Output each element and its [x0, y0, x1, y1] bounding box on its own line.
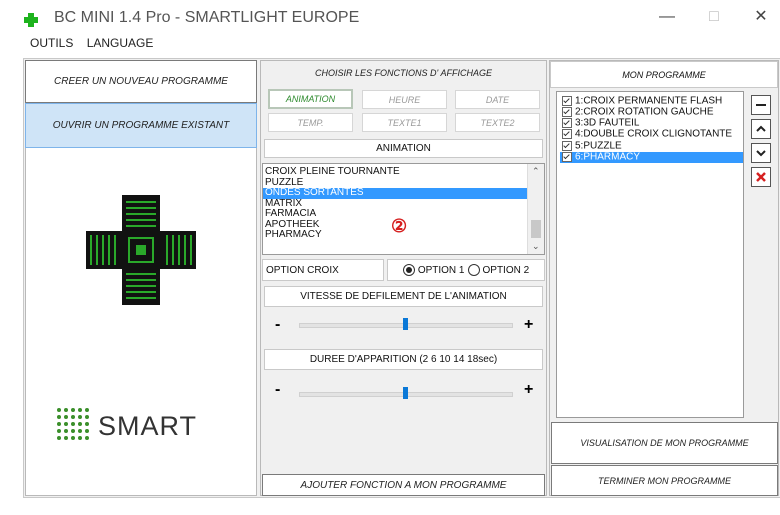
- function-date-button[interactable]: DATE: [455, 90, 540, 109]
- option2-radio[interactable]: [467, 264, 480, 276]
- scroll-down-icon[interactable]: ⌄: [532, 241, 540, 252]
- checkbox-checked-icon[interactable]: [562, 129, 572, 140]
- program-item[interactable]: 5:PUZZLE: [560, 140, 743, 152]
- scroll-up-icon[interactable]: ⌃: [532, 166, 540, 177]
- menu-language[interactable]: LANGUAGE: [87, 36, 154, 50]
- checkbox-checked-icon[interactable]: [562, 96, 572, 106]
- finish-program-button[interactable]: TERMINER MON PROGRAMME: [551, 465, 778, 496]
- speed-slider[interactable]: [299, 318, 513, 330]
- add-function-button[interactable]: AJOUTER FONCTION A MON PROGRAMME: [262, 474, 545, 496]
- move-up-button[interactable]: [751, 119, 771, 139]
- minimize-button[interactable]: —: [650, 4, 684, 30]
- cross-preview: [86, 195, 196, 305]
- minus-icon: [756, 104, 766, 106]
- window-title: BC MINI 1.4 Pro - SMARTLIGHT EUROPE: [54, 9, 360, 26]
- program-item[interactable]: 2:CROIX ROTATION GAUCHE: [560, 107, 743, 118]
- animation-section-title: ANIMATION: [264, 139, 543, 158]
- program-list[interactable]: 1:CROIX PERMANENTE FLASH 2:CROIX ROTATIO…: [556, 91, 744, 418]
- duration-slider[interactable]: [299, 387, 513, 399]
- speed-slider-thumb[interactable]: [403, 318, 408, 330]
- speed-minus-icon[interactable]: -: [275, 316, 280, 334]
- app-icon: [24, 13, 38, 27]
- list-item-selected[interactable]: ONDES SORTANTES: [263, 187, 529, 199]
- move-down-button[interactable]: [751, 143, 771, 163]
- chevron-down-icon: [756, 150, 766, 157]
- duration-slider-thumb[interactable]: [403, 387, 408, 399]
- function-texte1-button[interactable]: TEXTE1: [362, 113, 447, 132]
- option1-radio[interactable]: [402, 264, 415, 276]
- list-item[interactable]: CROIX PLEINE TOURNANTE: [263, 166, 529, 178]
- menu-bar: OUTILS LANGUAGE: [30, 36, 163, 50]
- list-scrollbar[interactable]: ⌃ ⌄: [527, 164, 544, 254]
- speed-label: VITESSE DE DEFILEMENT DE L'ANIMATION: [264, 286, 543, 307]
- checkbox-checked-icon[interactable]: [562, 140, 572, 151]
- my-program-header: MON PROGRAMME: [550, 61, 778, 88]
- option-croix-label: OPTION CROIX: [262, 259, 384, 281]
- program-item[interactable]: 4:DOUBLE CROIX CLIGNOTANTE: [560, 129, 743, 140]
- delete-button[interactable]: [751, 167, 771, 187]
- program-item[interactable]: 3:3D FAUTEIL: [560, 118, 743, 129]
- function-temp-button[interactable]: TEMP.: [268, 113, 353, 132]
- logo-text: SMART: [98, 411, 198, 441]
- duration-minus-icon[interactable]: -: [275, 381, 280, 399]
- function-heure-button[interactable]: HEURE: [362, 90, 447, 109]
- option2-label: OPTION 2: [482, 264, 530, 276]
- function-texte2-button[interactable]: TEXTE2: [455, 113, 540, 132]
- maximize-button[interactable]: □: [697, 4, 731, 30]
- program-item[interactable]: 1:CROIX PERMANENTE FLASH: [560, 96, 743, 107]
- option1-label: OPTION 1: [417, 264, 465, 276]
- functions-header: CHOISIR LES FONCTIONS D' AFFICHAGE: [315, 68, 492, 78]
- duration-label: DUREE D'APPARITION (2 6 10 14 18sec): [264, 349, 543, 370]
- open-program-button[interactable]: OUVRIR UN PROGRAMME EXISTANT: [25, 103, 257, 148]
- menu-outils[interactable]: OUTILS: [30, 36, 73, 50]
- logo-dots-icon: [57, 408, 89, 440]
- close-button[interactable]: ✕: [744, 4, 778, 30]
- animation-list[interactable]: CROIX PLEINE TOURNANTE PUZZLE ONDES SORT…: [262, 163, 545, 255]
- chevron-up-icon: [756, 125, 766, 132]
- duration-plus-icon[interactable]: +: [524, 381, 533, 399]
- visualise-program-button[interactable]: VISUALISATION DE MON PROGRAMME: [551, 422, 778, 464]
- create-program-button[interactable]: CREER UN NOUVEAU PROGRAMME: [25, 60, 257, 103]
- program-item-selected[interactable]: 6:PHARMACY: [560, 152, 743, 163]
- delete-x-icon: [756, 172, 766, 182]
- function-animation-button[interactable]: ANIMATION: [268, 89, 353, 109]
- remove-button[interactable]: [751, 95, 771, 115]
- checkbox-checked-icon[interactable]: [562, 151, 572, 162]
- checkbox-checked-icon[interactable]: [562, 107, 572, 118]
- scroll-thumb[interactable]: [531, 220, 541, 238]
- speed-plus-icon[interactable]: +: [524, 316, 533, 334]
- step-badge: ②: [391, 216, 408, 236]
- option-radio-group: OPTION 1 OPTION 2: [387, 259, 545, 281]
- checkbox-checked-icon[interactable]: [562, 118, 572, 129]
